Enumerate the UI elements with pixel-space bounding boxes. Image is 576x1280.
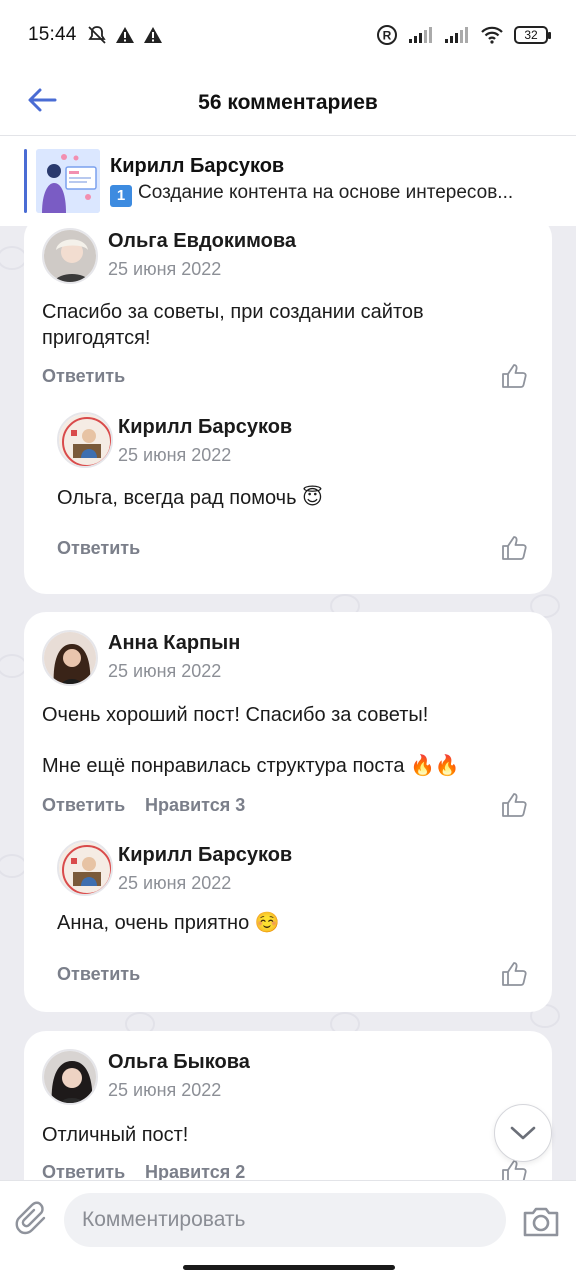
comment-card: Ольга Быкова 25 июня 2022 Отличный пост!… — [24, 1031, 552, 1180]
reply-author[interactable]: Кирилл Барсуков — [118, 416, 292, 439]
post-snippet-text: Создание контента на основе интересов... — [138, 182, 514, 203]
reply-button[interactable]: Ответить — [57, 538, 140, 559]
avatar[interactable] — [57, 840, 113, 896]
comment-date: 25 июня 2022 — [108, 259, 222, 279]
svg-text:R: R — [383, 29, 392, 43]
home-indicator[interactable] — [183, 1265, 395, 1270]
attach-icon[interactable] — [14, 1201, 52, 1239]
registered-icon: R — [377, 25, 397, 45]
likes-count[interactable]: Нравится 3 — [145, 795, 245, 816]
compose-bar — [0, 1180, 576, 1260]
avatar[interactable] — [42, 630, 98, 686]
comments-feed[interactable]: Ольга Евдокимова 25 июня 2022 Спасибо за… — [0, 226, 576, 1180]
scroll-down-button[interactable] — [494, 1104, 552, 1162]
reply-text: Ольга, всегда рад помочь 😇 — [57, 487, 323, 509]
comment-date: 25 июня 2022 — [108, 1080, 222, 1100]
avatar[interactable] — [57, 412, 113, 468]
comment-text: Мне ещё понравилась структура поста 🔥🔥 — [42, 755, 460, 777]
reply-button[interactable]: Ответить — [57, 964, 140, 985]
post-snippet: 1 Создание контента на основе интересов..… — [110, 182, 560, 207]
comment-text: Очень хороший пост! Спасибо за советы! — [42, 704, 429, 726]
comment-author[interactable]: Анна Карпын — [108, 632, 240, 655]
avatar[interactable] — [42, 228, 98, 284]
reply-button[interactable]: Ответить — [42, 1162, 125, 1180]
comment-text: Отличный пост! — [42, 1124, 189, 1146]
reply-button[interactable]: Ответить — [42, 795, 125, 816]
post-preview[interactable]: Кирилл Барсуков 1 Создание контента на ос… — [0, 137, 576, 225]
page-title: 56 комментариев — [198, 90, 378, 114]
post-author: Кирилл Барсуков — [110, 155, 285, 177]
reply-date: 25 июня 2022 — [118, 873, 232, 893]
comment-author[interactable]: Ольга Евдокимова — [108, 230, 296, 253]
reply-date: 25 июня 2022 — [118, 445, 232, 465]
comment-card: Анна Карпын 25 июня 2022 Очень хороший п… — [24, 612, 552, 1012]
reply-author[interactable]: Кирилл Барсуков — [118, 844, 292, 867]
battery-icon: 32 — [514, 26, 551, 44]
warning-icon — [143, 27, 162, 43]
status-bar: 15:44 R 32 — [0, 0, 576, 70]
post-accent-bar — [24, 149, 27, 213]
comment-card: Ольга Евдокимова 25 июня 2022 Спасибо за… — [24, 226, 552, 594]
post-thumbnail — [36, 149, 100, 213]
reply-text: Анна, очень приятно ☺️ — [57, 912, 280, 934]
status-time: 15:44 — [28, 24, 77, 45]
camera-icon[interactable] — [521, 1201, 561, 1241]
chevron-down-icon — [510, 1126, 536, 1140]
avatar[interactable] — [42, 1049, 98, 1105]
like-icon[interactable] — [500, 960, 528, 988]
wifi-icon — [481, 26, 503, 44]
back-arrow-icon — [28, 88, 57, 112]
comment-text: Спасибо за советы, при создании сайтов п… — [42, 301, 424, 349]
comment-author[interactable]: Ольга Быкова — [108, 1051, 250, 1074]
like-icon[interactable] — [500, 791, 528, 819]
like-icon[interactable] — [500, 362, 528, 390]
signal-icon — [409, 27, 432, 43]
back-button[interactable] — [24, 82, 60, 118]
keycap-one-icon: 1 — [110, 185, 132, 207]
reply-button[interactable]: Ответить — [42, 366, 125, 387]
comment-input[interactable] — [64, 1193, 506, 1247]
comment-date: 25 июня 2022 — [108, 661, 222, 681]
signal-icon — [445, 27, 468, 43]
mute-icon — [87, 26, 106, 44]
likes-count[interactable]: Нравится 2 — [145, 1162, 245, 1180]
battery-level: 32 — [524, 28, 538, 42]
app-header: 56 комментариев — [0, 70, 576, 136]
like-icon[interactable] — [500, 534, 528, 562]
warning-icon — [115, 27, 134, 43]
